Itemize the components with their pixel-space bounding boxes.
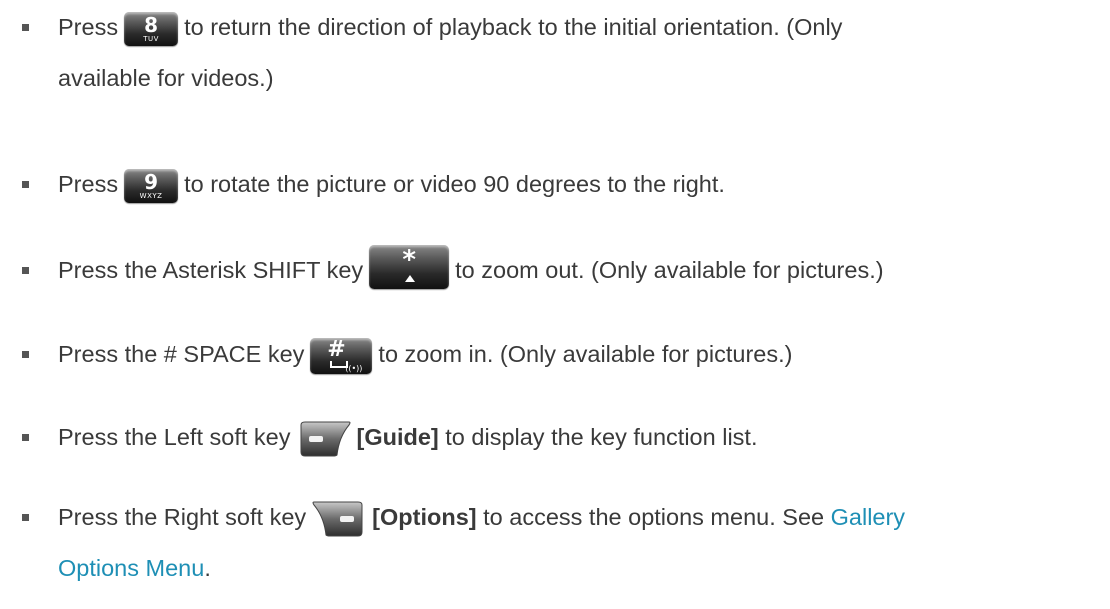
list-item-text-continued: available for videos.): [58, 65, 274, 91]
bullet-icon: [22, 351, 29, 358]
list-item-text: Press the Right soft key [Options] to ac…: [58, 492, 1098, 543]
bullet-icon: [22, 514, 29, 521]
bullet-icon: [22, 181, 29, 188]
list-item-text: Press the # SPACE key # ((•)) to zoom in. (…: [58, 336, 793, 374]
list-item-text: Press 9 WXYZ to rotate the picture or video…: [58, 159, 1098, 210]
asterisk-shift-key-icon: *: [369, 244, 450, 289]
list-item-text: Press 8 TUV to return the direction of play…: [58, 2, 1098, 53]
list-item-text: Press the Left soft key [Guide] to displ…: [58, 412, 1098, 463]
bullet-icon: [22, 267, 29, 274]
gallery-options-menu-link[interactable]: Gallery: [831, 504, 905, 530]
key-9-icon: 9 WXYZ: [124, 168, 179, 203]
left-soft-key-icon: [297, 421, 351, 457]
hash-space-key-icon: # ((•)): [310, 337, 373, 374]
gallery-options-menu-link-continued[interactable]: Options Menu: [58, 555, 204, 581]
key-8-icon: 8 TUV: [124, 11, 179, 46]
list-item-text: Press the Asterisk SHIFT key * to zoom out…: [58, 244, 1098, 296]
right-soft-key-icon: [312, 501, 366, 537]
list-item-text-continued: Options Menu.: [58, 555, 211, 581]
bullet-icon: [22, 434, 29, 441]
bullet-icon: [22, 24, 29, 31]
